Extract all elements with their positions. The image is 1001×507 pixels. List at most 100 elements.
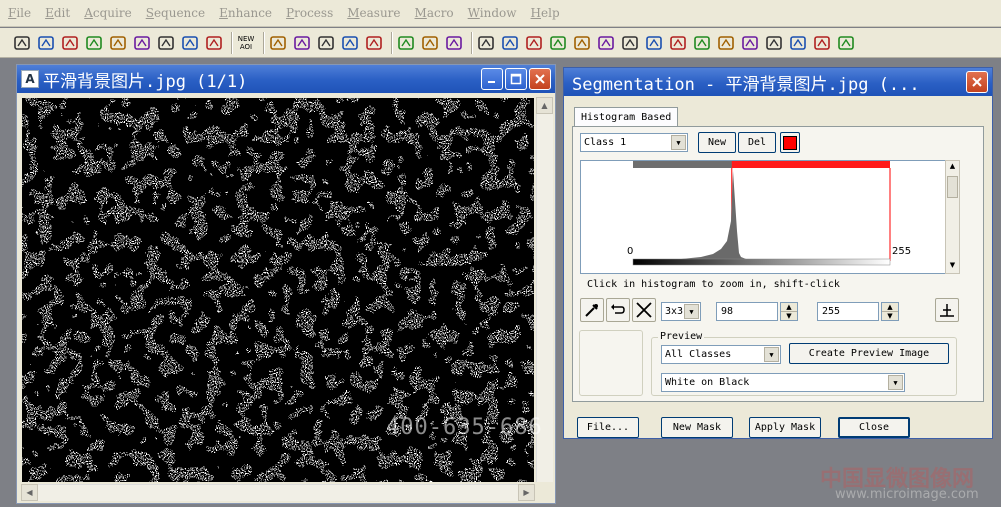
menu-help[interactable]: Help [531,6,560,20]
new-aoi-tool-button[interactable]: NEW AOI [236,33,256,53]
spectrum-2-tool-button[interactable] [788,33,808,53]
book-tool-button[interactable] [156,33,176,53]
ellipse-tool-button[interactable] [292,33,312,53]
hand-tool-button[interactable] [420,33,440,53]
image-horizontal-scrollbar[interactable]: ◀ ▶ [21,484,535,501]
tab-histogram-based[interactable]: Histogram Based [574,107,679,127]
text-a-tool-button[interactable] [716,33,736,53]
eyedropper-button[interactable] [580,298,604,322]
class-color-button[interactable] [780,132,800,153]
grid-tool-button[interactable] [60,33,80,53]
hand-icon [422,35,438,50]
polygon-tool-button[interactable] [316,33,336,53]
stack-tool-button[interactable] [548,33,568,53]
delete-class-button[interactable]: Del [738,132,776,153]
minimize-button[interactable] [481,68,503,90]
threshold-tool-button[interactable] [596,33,616,53]
envelope-icon [182,35,198,50]
high-threshold-spinner[interactable]: ▲ ▼ [881,302,899,321]
crop-tool-button[interactable] [836,33,856,53]
scroll-up-arrow-icon[interactable]: ▲ [947,162,958,173]
menu-edit[interactable]: Edit [45,6,70,20]
menu-file[interactable]: File [8,6,31,20]
menu-sequence[interactable]: Sequence [146,6,205,20]
line-profile-tool-button[interactable] [524,33,544,53]
open-folder-tool-button[interactable] [12,33,32,53]
histogram-max-label: 255 [892,246,911,257]
calibrate-icon [478,35,494,50]
class-select[interactable]: Class 1 ▼ [580,133,688,152]
close-button[interactable]: Close [838,417,910,438]
histogram-panel[interactable]: 0 255 [580,160,957,274]
undo-tool-button[interactable] [204,33,224,53]
scroll-left-arrow-icon[interactable]: ◀ [21,484,38,501]
file-button[interactable]: File... [577,417,639,438]
apply-mask-button[interactable]: Apply Mask [749,417,821,438]
camera-tool-button[interactable] [84,33,104,53]
preview-classes-select[interactable]: All Classes ▼ [661,345,781,364]
zoom-window-tool-button[interactable] [444,33,464,53]
histogram-peak-icon [940,304,954,317]
chevron-down-icon: ▼ [888,375,903,390]
menu-acquire[interactable]: Acquire [84,6,131,20]
new-class-button[interactable]: New [698,132,736,153]
envelope-tool-button[interactable] [180,33,200,53]
print-icon [134,35,150,50]
create-preview-image-button[interactable]: Create Preview Image [789,343,949,364]
spin-down-icon[interactable]: ▼ [882,312,898,320]
image-window-title: 平滑背景图片.jpg (1/1) [43,71,248,92]
menu-process[interactable]: Process [286,6,333,20]
preview-mode-select[interactable]: White on Black ▼ [661,373,905,392]
spin-down-icon[interactable]: ▼ [781,312,797,320]
menu-macro[interactable]: Macro [415,6,454,20]
low-threshold-spinner[interactable]: ▲ ▼ [780,302,798,321]
maximize-button[interactable] [505,68,527,90]
histogram-scrollbar[interactable]: ▲ ▼ [945,160,960,274]
toolbar: NEW AOI [0,28,1001,58]
cube-tool-button[interactable] [812,33,832,53]
low-threshold-input[interactable]: 98 [716,302,778,321]
scroll-thumb[interactable] [947,176,958,198]
menu-enhance[interactable]: Enhance [219,6,272,20]
histogram-icon [502,35,518,50]
grid-image-tool-button[interactable] [572,33,592,53]
spectrum-tool-button[interactable] [764,33,784,53]
count-tool-button[interactable] [620,33,640,53]
spectrum-icon [766,35,782,50]
book-icon [158,35,174,50]
preview-group-label: Preview [658,331,705,342]
measure-tool-button[interactable] [668,33,688,53]
spin-up-icon[interactable]: ▲ [882,303,898,312]
pencil-tool-button[interactable] [364,33,384,53]
undo-button[interactable] [606,298,630,322]
eyedropper-icon [585,304,598,317]
scroll-up-arrow-icon[interactable]: ▲ [536,97,553,114]
spin-up-icon[interactable]: ▲ [781,303,797,312]
scroll-right-arrow-icon[interactable]: ▶ [518,484,535,501]
menu-window[interactable]: Window [468,6,517,20]
lasso-icon [110,35,126,50]
color-bars-tool-button[interactable] [644,33,664,53]
segmentation-titlebar[interactable]: Segmentation - 平滑背景图片.jpg (... [564,68,992,96]
image-window-titlebar[interactable]: A 平滑背景图片.jpg (1/1) [17,65,555,93]
polyline-tool-button[interactable] [340,33,360,53]
calibrate-tool-button[interactable] [476,33,496,53]
segmentation-close-button[interactable] [966,71,988,93]
kernel-size-select[interactable]: 3x3 ▼ [661,302,701,321]
snapshot-tool-button[interactable] [740,33,760,53]
menu-measure[interactable]: Measure [347,6,400,20]
scroll-down-arrow-icon[interactable]: ▼ [947,261,958,272]
high-threshold-input[interactable]: 255 [817,302,879,321]
new-mask-button[interactable]: New Mask [661,417,733,438]
histogram-options-button[interactable] [935,298,959,322]
film-tool-button[interactable] [692,33,712,53]
toolbar-separator [391,31,393,54]
save-tool-button[interactable] [36,33,56,53]
rectangle-tool-button[interactable] [268,33,288,53]
close-window-button[interactable] [529,68,551,90]
zoom-tool-button[interactable] [396,33,416,53]
lasso-tool-button[interactable] [108,33,128,53]
histogram-tool-button[interactable] [500,33,520,53]
print-tool-button[interactable] [132,33,152,53]
clear-selection-button[interactable] [632,298,656,322]
